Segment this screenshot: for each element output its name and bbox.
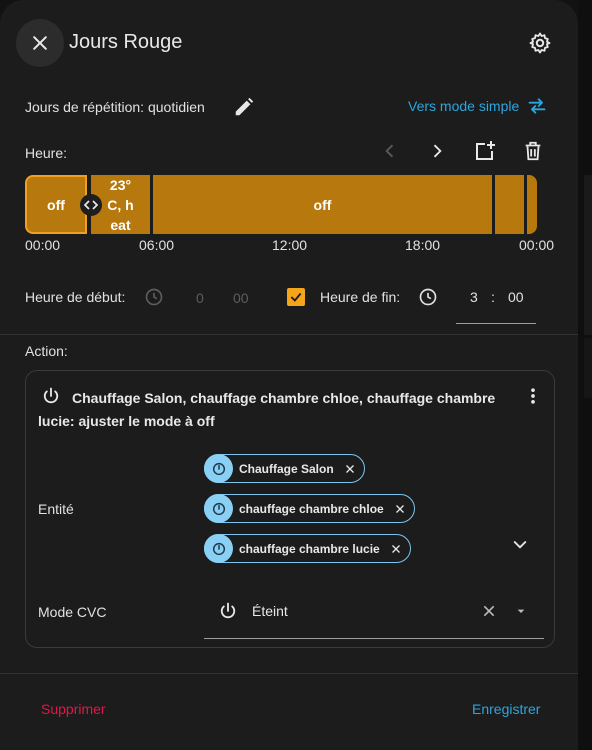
swap-icon xyxy=(528,98,546,114)
slot-label-line: C, h xyxy=(107,196,134,213)
delete-slot-button[interactable] xyxy=(520,138,546,164)
start-hour-field[interactable]: 0 xyxy=(196,290,204,306)
action-menu-button[interactable] xyxy=(522,385,544,407)
start-clock-icon-wrap xyxy=(143,286,165,308)
timeline-tick: 00:00 xyxy=(25,237,61,253)
hvac-mode-label: Mode CVC xyxy=(38,604,107,620)
entity-chip-label: chauffage chambre chloe xyxy=(239,501,384,516)
schedule-dialog: Jours Rouge Jours de répétition: quotidi… xyxy=(0,0,578,750)
timeline-tick: 00:00 xyxy=(519,237,555,253)
time-separator: : xyxy=(491,289,495,305)
timeline-slot[interactable]: off xyxy=(25,175,87,234)
entity-chip[interactable]: chauffage chambre chloe xyxy=(204,494,415,523)
pencil-icon xyxy=(235,97,254,116)
chip-close-icon xyxy=(391,544,400,553)
end-time-checkbox[interactable] xyxy=(287,288,305,306)
end-clock-icon-wrap xyxy=(417,286,439,308)
background-panel xyxy=(584,338,592,398)
entity-chip[interactable]: Chauffage Salon xyxy=(204,454,365,483)
timeline-slot[interactable] xyxy=(527,175,537,234)
simple-mode-link[interactable]: Vers mode simple xyxy=(408,98,519,114)
next-slot-button[interactable] xyxy=(425,139,449,163)
thermostat-icon xyxy=(204,534,233,563)
chip-remove-button[interactable] xyxy=(394,503,406,515)
clock-icon xyxy=(145,288,163,306)
background-strip xyxy=(578,0,592,750)
trash-icon xyxy=(525,141,541,161)
end-time-underline xyxy=(456,323,536,324)
chip-close-icon xyxy=(345,464,354,473)
chevron-left-icon xyxy=(385,144,394,158)
timeline-slot[interactable] xyxy=(495,175,524,234)
power-icon xyxy=(220,602,236,619)
entity-label: Entité xyxy=(38,501,74,517)
gear-icon xyxy=(529,32,551,54)
more-vertical-icon xyxy=(531,388,535,404)
add-slot-button[interactable] xyxy=(472,138,498,164)
chip-remove-button[interactable] xyxy=(344,463,356,475)
action-card: Chauffage Salon, chauffage chambre chloe… xyxy=(25,370,555,648)
timeline-slot[interactable]: off xyxy=(153,175,492,234)
footer-divider xyxy=(0,673,578,674)
timeline-tick: 12:00 xyxy=(272,237,308,253)
action-card-title: Chauffage Salon, chauffage chambre chloe… xyxy=(38,390,496,429)
entity-chip[interactable]: chauffage chambre lucie xyxy=(204,534,411,563)
start-time-label: Heure de début: xyxy=(25,289,126,305)
end-time-label: Heure de fin: xyxy=(320,289,401,305)
background-panel xyxy=(584,175,592,335)
slot-label-line: eat xyxy=(110,216,131,233)
dropdown-arrow-icon xyxy=(517,609,525,613)
slot-resize-handle[interactable] xyxy=(80,194,102,216)
repeat-label: Jours de répétition: quotidien xyxy=(25,99,205,115)
resize-handle-icon xyxy=(83,200,99,210)
timeline-tick: 06:00 xyxy=(139,237,175,253)
clock-icon xyxy=(419,288,437,306)
close-button[interactable] xyxy=(16,19,64,67)
close-icon xyxy=(483,605,495,617)
clear-mode-button[interactable] xyxy=(478,600,500,622)
dialog-title: Jours Rouge xyxy=(69,31,183,53)
swap-mode-button[interactable] xyxy=(526,95,548,117)
mode-power-icon-wrap xyxy=(217,600,239,622)
close-icon xyxy=(33,36,47,50)
end-hour-field[interactable]: 3 xyxy=(470,289,478,305)
slot-label-line: 23° xyxy=(109,176,132,193)
timeline-tick: 18:00 xyxy=(405,237,441,253)
save-button[interactable]: Enregistrer xyxy=(472,701,540,717)
schedule-timeline: off 23° C, h eat off xyxy=(25,175,537,234)
chevron-right-icon xyxy=(433,144,442,158)
chip-close-icon xyxy=(395,504,404,513)
thermostat-icon xyxy=(204,454,233,483)
mode-dropdown-button[interactable] xyxy=(510,600,532,622)
delete-button[interactable]: Supprimer xyxy=(41,701,106,717)
entity-chip-label: chauffage chambre lucie xyxy=(239,541,380,556)
previous-slot-button[interactable] xyxy=(378,139,402,163)
start-minute-field[interactable]: 00 xyxy=(233,290,249,306)
edit-repeat-button[interactable] xyxy=(231,94,257,120)
chip-remove-button[interactable] xyxy=(390,543,402,555)
settings-button[interactable] xyxy=(524,27,556,59)
expand-entities-button[interactable] xyxy=(509,533,531,555)
action-label: Action: xyxy=(25,343,68,359)
hvac-mode-select[interactable]: Éteint xyxy=(252,603,288,619)
section-divider xyxy=(0,334,578,335)
check-icon xyxy=(290,292,302,302)
add-box-icon xyxy=(476,141,495,160)
chevron-down-icon xyxy=(513,540,527,549)
mode-underline xyxy=(204,638,544,639)
end-minute-field[interactable]: 00 xyxy=(508,289,524,305)
entity-chip-label: Chauffage Salon xyxy=(239,461,334,476)
hour-label: Heure: xyxy=(25,145,68,161)
thermostat-icon xyxy=(204,494,233,523)
